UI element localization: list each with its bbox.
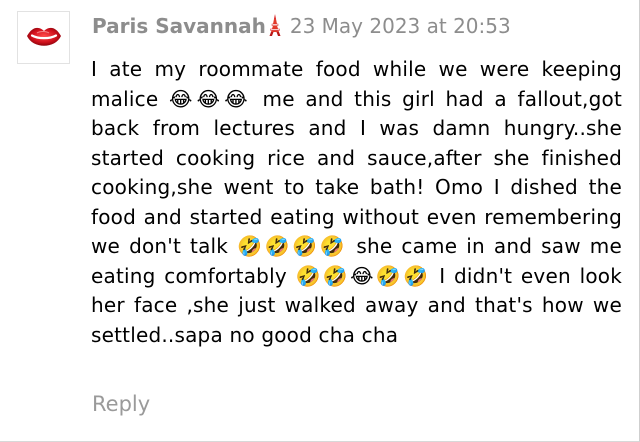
reply-link[interactable]: Reply <box>92 390 150 418</box>
avatar[interactable] <box>17 11 70 64</box>
comment-meta: Paris Savannah 23 May 2023 at 20:53 <box>92 12 511 40</box>
red-lips-logo-icon <box>26 27 61 46</box>
comment-body: I ate my roommate food while we were kee… <box>91 57 622 347</box>
tokyo-tower-icon <box>268 14 282 43</box>
comment-author[interactable]: Paris Savannah <box>92 14 266 38</box>
comment-card: Paris Savannah 23 May 2023 at 20:53 I at… <box>0 0 640 442</box>
comment-date[interactable]: 23 May 2023 at 20:53 <box>290 14 511 38</box>
